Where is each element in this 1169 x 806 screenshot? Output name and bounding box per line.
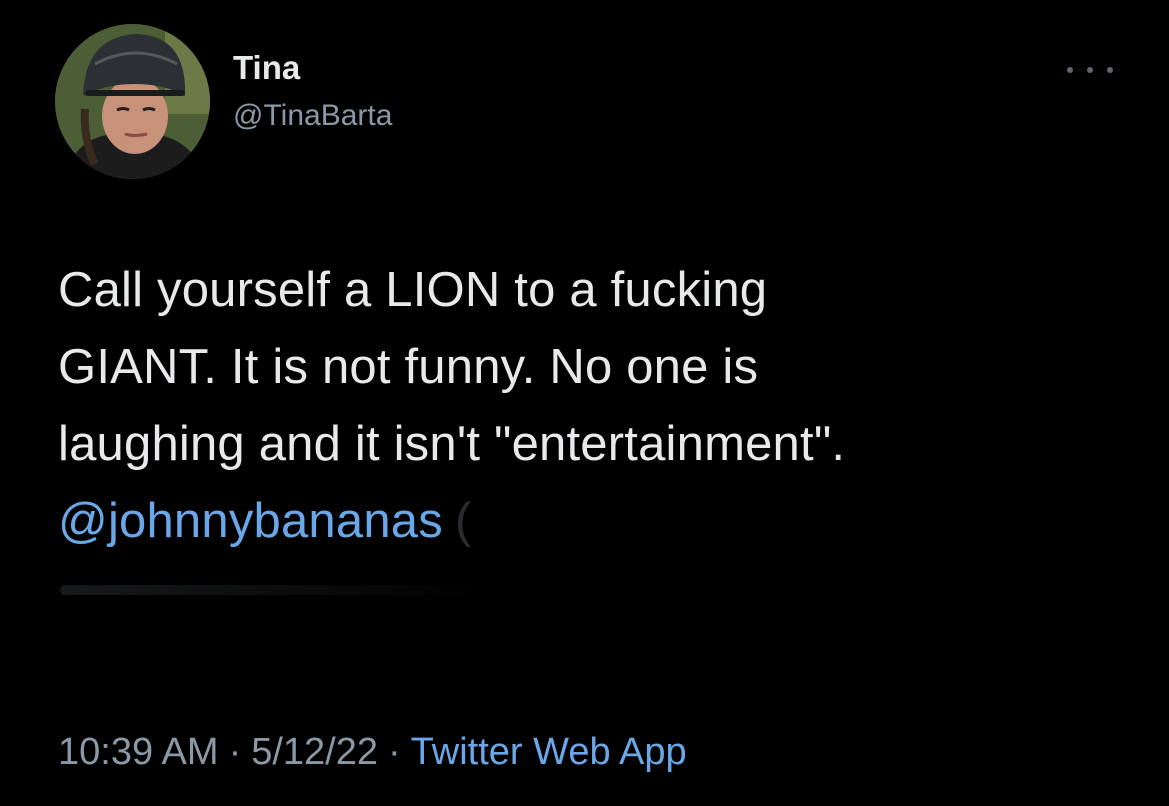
more-options-button[interactable]: [1067, 60, 1113, 80]
tweet-text-line: @johnnybananas(: [58, 483, 1138, 560]
tweet-text-line: laughing and it isn't "entertainment".: [58, 417, 846, 471]
ellipsis-icon: [1087, 67, 1093, 73]
separator-dot: ·: [388, 731, 401, 773]
author-names: Tina @TinaBarta: [233, 48, 392, 136]
tweet-text-line: GIANT. It is not funny. No one is: [58, 340, 759, 394]
tweet-header: Tina @TinaBarta: [55, 24, 1135, 179]
ellipsis-icon: [1107, 67, 1113, 73]
obscured-text: (: [454, 494, 472, 548]
separator-dot: ·: [228, 731, 242, 773]
tweet-text: Call yourself a LION to a fucking GIANT.…: [58, 252, 1138, 560]
profile-photo-helmet-icon: [55, 24, 210, 179]
avatar[interactable]: [55, 24, 210, 179]
author-handle[interactable]: @TinaBarta: [233, 96, 392, 136]
tweet-date[interactable]: 5/12/22: [251, 731, 378, 773]
author-display-name[interactable]: Tina: [233, 48, 392, 88]
tweet-source-link[interactable]: Twitter Web App: [411, 731, 687, 773]
mention-link[interactable]: @johnnybananas: [58, 494, 443, 548]
tweet-time[interactable]: 10:39 AM: [58, 731, 219, 773]
redacted-line: [60, 585, 480, 595]
tweet-card: Tina @TinaBarta Call yourself a LION to …: [0, 0, 1169, 806]
ellipsis-icon: [1067, 67, 1073, 73]
tweet-metadata: 10:39 AM · 5/12/22 · Twitter Web App: [58, 728, 687, 776]
tweet-text-line: Call yourself a LION to a fucking: [58, 263, 768, 317]
